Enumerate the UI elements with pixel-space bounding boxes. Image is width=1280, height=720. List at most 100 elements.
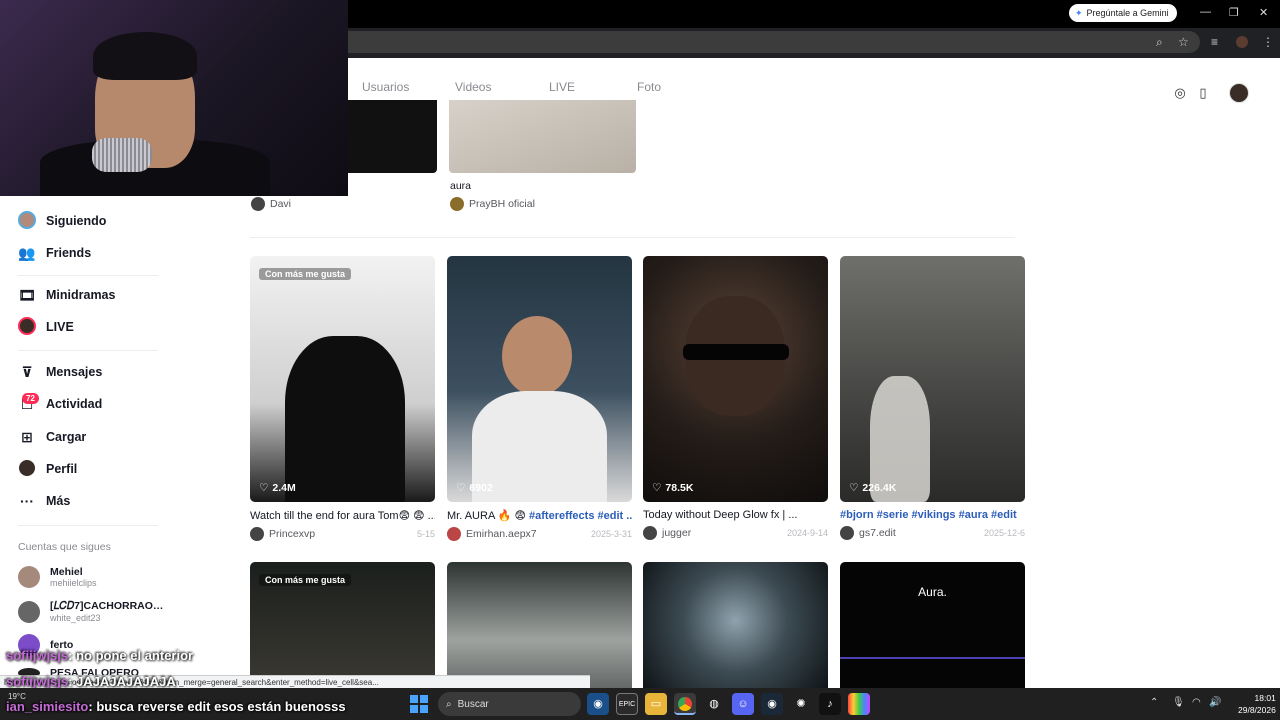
tab-foto[interactable]: Foto — [637, 80, 661, 94]
live-avatar-icon — [18, 316, 36, 338]
taskbar-clock[interactable]: 18:01 29/8/2026 — [1238, 692, 1276, 716]
video-date: 5-15 — [416, 529, 435, 539]
video-caption[interactable]: Today without Deep Glow fx | ... — [643, 509, 828, 521]
zoom-icon[interactable]: ⌕ — [1156, 35, 1163, 50]
sidebar-item-label: Cargar — [46, 430, 87, 444]
browser-menu-icon[interactable]: ⋮ — [1262, 35, 1274, 49]
sidebar-item-mas[interactable]: ··· Más — [18, 490, 70, 512]
video-card[interactable]: ♡ 226.4K #bjorn #serie #vikings #aura #ed… — [840, 256, 1025, 540]
following-account[interactable]: [𝐿𝐶𝐷7]CACHORRAO… white_edit23 — [18, 600, 163, 623]
chat-message: sofiijwjsjs: JAJAJAJAJAJA — [6, 674, 176, 689]
video-author[interactable]: Princexvp — [250, 527, 315, 541]
section-divider — [250, 237, 1015, 238]
volume-icon[interactable]: 🔊 — [1209, 697, 1221, 708]
video-thumbnail[interactable]: ♡ 78.5K — [643, 256, 828, 502]
minimize-button[interactable]: — — [1200, 6, 1211, 18]
steam-icon[interactable]: ◉ — [761, 693, 783, 715]
sidebar-item-live[interactable]: LIVE — [18, 316, 74, 338]
gemini-label: Pregúntale a Gemini — [1086, 8, 1169, 18]
sidebar-item-mensajes[interactable]: ⊽ Mensajes — [18, 361, 102, 383]
sunglasses-shape — [683, 344, 789, 360]
windows-start-icon[interactable] — [410, 695, 428, 713]
following-account[interactable]: Mehiel mehiielclips — [18, 566, 97, 588]
caption-text: Today without Deep Glow fx | ... — [643, 509, 798, 521]
steam-app-icon[interactable]: ◉ — [587, 693, 609, 715]
chrome-icon[interactable] — [674, 693, 696, 715]
chat-text: : busca reverse edit esos están buenosss — [88, 699, 346, 714]
sidebar-item-siguiendo[interactable]: Siguiendo — [18, 210, 106, 232]
video-date: 2025-3-31 — [590, 529, 632, 539]
player-figure — [502, 316, 572, 396]
video-thumbnail[interactable] — [643, 562, 828, 692]
like-count-value: 226.4K — [862, 482, 897, 494]
video-thumbnail[interactable] — [340, 100, 437, 173]
more-dots-icon: ··· — [20, 493, 34, 509]
video-author[interactable]: jugger — [643, 526, 691, 540]
video-thumbnail[interactable] — [449, 100, 636, 173]
taskbar-search[interactable]: ⌕ Buscar — [438, 692, 581, 716]
media-control-icon[interactable]: ≡ — [1211, 35, 1218, 49]
video-thumbnail[interactable]: ♡ 6902 — [447, 256, 632, 502]
heart-icon: ♡ — [652, 482, 662, 494]
tab-videos[interactable]: Videos — [455, 80, 491, 94]
video-caption[interactable]: #bjorn #serie #vikings #aura #edit — [840, 509, 1025, 521]
like-count-value: 2.4M — [272, 482, 296, 494]
discord-icon[interactable]: ☺ — [732, 693, 754, 715]
close-window-button[interactable]: ✕ — [1259, 6, 1268, 19]
video-author[interactable]: gs7.edit — [840, 526, 896, 540]
tab-live[interactable]: LIVE — [549, 80, 575, 94]
tiktok-icon[interactable]: ♪ — [819, 693, 841, 715]
like-count: ♡ 6902 — [456, 482, 493, 494]
following-avatar-icon — [18, 210, 36, 232]
caption-hashtags[interactable]: #bjorn #serie #vikings #aura #edit — [840, 509, 1017, 521]
tab-usuarios[interactable]: Usuarios — [362, 80, 409, 94]
tray-chevron-icon[interactable]: ⌃ — [1150, 697, 1158, 708]
like-count: ♡ 226.4K — [849, 482, 896, 494]
coin-icon[interactable]: ◎ — [1171, 84, 1189, 102]
video-author[interactable]: Emirhan.aepx7 — [447, 527, 537, 541]
maximize-button[interactable]: ❐ — [1229, 6, 1239, 19]
video-card[interactable]: Con más me gusta ♡ 2.4M Watch till the en… — [250, 256, 435, 541]
video-caption[interactable]: Mr. AURA 🔥 😨 #aftereffects #edit ... — [447, 509, 632, 522]
account-handle: white_edit23 — [50, 613, 101, 623]
video-caption[interactable]: aura — [450, 180, 471, 192]
file-explorer-icon[interactable]: ▭ — [645, 693, 667, 715]
wifi-icon[interactable]: ◠ — [1192, 697, 1201, 708]
sidebar-item-perfil[interactable]: Perfil — [18, 458, 77, 480]
chatgpt-icon[interactable]: ✺ — [790, 693, 812, 715]
phone-app-icon[interactable]: ▯ — [1194, 84, 1212, 102]
chat-username: ian_simiesito — [6, 699, 89, 714]
sidebar-item-minidramas[interactable]: 🎞 Minidramas — [18, 284, 115, 306]
video-thumbnail[interactable]: Con más me gusta ♡ 2.4M — [250, 256, 435, 502]
send-icon: ⊽ — [21, 363, 33, 380]
color-app-icon[interactable] — [848, 693, 870, 715]
profile-avatar-icon[interactable] — [1236, 36, 1248, 48]
video-thumbnail[interactable]: Con más me gusta — [250, 562, 435, 692]
video-thumbnail[interactable]: Aura. — [840, 562, 1025, 692]
gemini-button[interactable]: ✦ Pregúntale a Gemini — [1069, 4, 1177, 22]
user-avatar[interactable] — [1229, 83, 1249, 103]
account-name: Mehiel — [50, 566, 83, 578]
address-bar[interactable] — [348, 31, 1200, 53]
video-card[interactable]: ♡ 6902 Mr. AURA 🔥 😨 #aftereffects #edit .… — [447, 256, 632, 541]
video-card[interactable]: ♡ 78.5K Today without Deep Glow fx | ... … — [643, 256, 828, 540]
caption-hashtags[interactable]: #aftereffects #edit ... — [529, 510, 632, 522]
video-thumbnail[interactable]: ♡ 226.4K — [840, 256, 1025, 502]
bookmark-star-icon[interactable]: ☆ — [1178, 35, 1189, 49]
obs-icon[interactable]: ◍ — [703, 693, 725, 715]
avatar — [840, 526, 854, 540]
avatar — [250, 527, 264, 541]
video-caption[interactable]: Watch till the end for aura Tom😨 😨 ... — [250, 509, 435, 522]
author-name: Emirhan.aepx7 — [466, 528, 537, 540]
sidebar-item-friends[interactable]: 👥 Friends — [18, 242, 91, 264]
video-author[interactable]: PrayBH oficial — [450, 197, 535, 211]
microphone-tray-icon[interactable]: 🎙 — [1172, 697, 1185, 708]
caption-text: Mr. AURA 🔥 😨 — [447, 510, 530, 522]
upload-plus-icon: ⊞ — [21, 428, 33, 445]
sidebar-item-label: Minidramas — [46, 288, 116, 302]
epic-games-icon[interactable]: EPIC — [616, 693, 638, 715]
like-count: ♡ 2.4M — [259, 482, 296, 494]
sidebar-item-cargar[interactable]: ⊞ Cargar — [18, 426, 86, 448]
video-author[interactable]: Davi — [251, 197, 291, 211]
video-thumbnail[interactable] — [447, 562, 632, 692]
